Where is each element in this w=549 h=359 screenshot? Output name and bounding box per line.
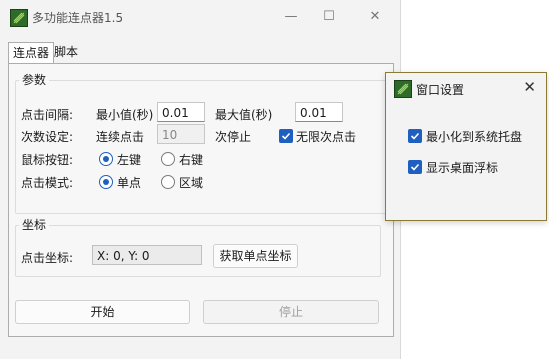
right-button-radio[interactable] <box>161 152 175 166</box>
close-button[interactable]: ✕ <box>360 6 390 28</box>
get-coords-button[interactable]: 获取单点坐标 <box>213 244 298 268</box>
maximize-button[interactable]: ☐ <box>314 6 344 28</box>
popup-close-button[interactable]: ✕ <box>523 78 536 96</box>
main-window: 多功能连点器1.5 — ☐ ✕ 连点器 脚本 参数 点击间隔: 最小值(秒) 0… <box>0 0 401 359</box>
popup-title: 窗口设置 <box>416 83 465 97</box>
float-icon-checkbox[interactable] <box>408 160 422 174</box>
coords-group-title: 坐标 <box>19 216 50 233</box>
tray-checkbox[interactable] <box>408 129 422 143</box>
unlimited-label: 无限次点击 <box>296 130 357 144</box>
area-label: 区域 <box>179 176 204 190</box>
click-coords-label: 点击坐标: <box>21 251 74 265</box>
float-icon-option-label: 显示桌面浮标 <box>426 161 499 175</box>
title-bar[interactable]: 多功能连点器1.5 — ☐ ✕ <box>0 0 400 34</box>
popup-body: 最小化到系统托盘 显示桌面浮标 <box>386 104 546 220</box>
right-button-label: 右键 <box>179 153 204 167</box>
unlimited-checkbox[interactable] <box>279 129 293 143</box>
count-label: 次数设定: <box>21 130 74 144</box>
mouse-button-label: 鼠标按钮: <box>21 153 74 167</box>
app-icon <box>10 9 28 27</box>
params-group <box>15 80 387 214</box>
click-count-input[interactable]: 10 <box>157 124 205 144</box>
popup-title-bar[interactable]: 窗口设置 ✕ <box>386 73 546 103</box>
interval-label: 点击间隔: <box>21 108 74 122</box>
continuous-click-label: 连续点击 <box>96 130 145 144</box>
window-title: 多功能连点器1.5 <box>32 11 124 25</box>
left-button-radio[interactable] <box>99 152 113 166</box>
popup-app-icon <box>394 80 412 98</box>
stop-button[interactable]: 停止 <box>203 300 379 324</box>
tab-panel: 参数 点击间隔: 最小值(秒) 0.01 最大值(秒) 0.01 次数设定: 连… <box>8 63 394 337</box>
min-value-label: 最小值(秒) <box>96 108 154 122</box>
params-group-title: 参数 <box>19 71 50 88</box>
coords-value-field: X: 0, Y: 0 <box>92 245 202 265</box>
single-point-radio[interactable] <box>99 175 113 189</box>
start-button[interactable]: 开始 <box>15 300 190 324</box>
minimize-button[interactable]: — <box>276 6 306 28</box>
click-mode-label: 点击模式: <box>21 176 74 190</box>
tab-script[interactable]: 脚本 <box>50 42 88 63</box>
tab-clicker[interactable]: 连点器 <box>8 42 54 64</box>
max-interval-input[interactable]: 0.01 <box>295 102 343 122</box>
min-interval-input[interactable]: 0.01 <box>157 102 205 122</box>
window-settings-popup: 窗口设置 ✕ 最小化到系统托盘 显示桌面浮标 <box>385 72 547 221</box>
area-radio[interactable] <box>161 175 175 189</box>
max-value-label: 最大值(秒) <box>215 108 273 122</box>
left-button-label: 左键 <box>117 153 142 167</box>
tray-option-label: 最小化到系统托盘 <box>426 130 523 144</box>
stop-after-label: 次停止 <box>215 130 252 144</box>
single-point-label: 单点 <box>117 176 142 190</box>
